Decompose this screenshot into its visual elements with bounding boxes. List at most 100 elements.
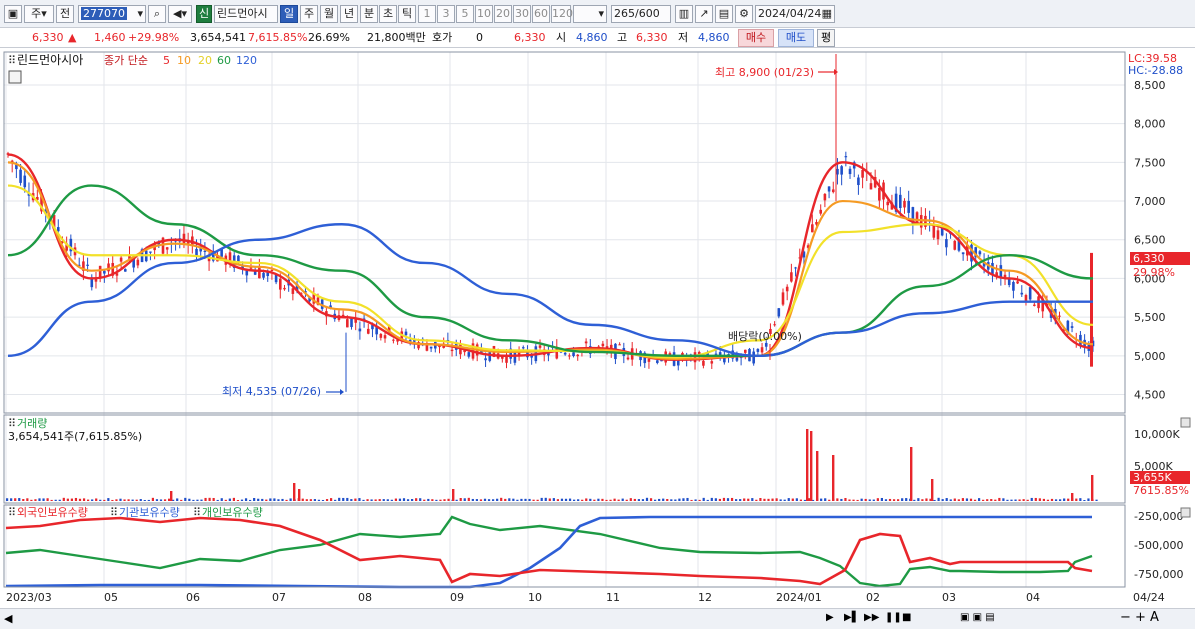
- stock-code-input[interactable]: 277070 ▾: [78, 5, 146, 23]
- volume-spike: [832, 455, 835, 501]
- open-label: 시: [556, 31, 567, 44]
- holdings-menu-icon[interactable]: ⠿: [8, 506, 16, 519]
- volume-bar: [273, 498, 276, 501]
- volume-bar: [747, 498, 750, 501]
- volume-bar: [26, 498, 29, 501]
- candle-body: [844, 156, 848, 158]
- candle-body: [953, 240, 957, 250]
- volume-bar: [127, 499, 130, 501]
- zoom-controls-icon[interactable]: − + A: [1120, 610, 1159, 625]
- interval-1[interactable]: 1: [418, 5, 436, 23]
- hoga-price: 6,330: [514, 31, 546, 44]
- interval-120[interactable]: 120: [551, 5, 573, 23]
- volume-bar: [411, 499, 414, 501]
- search-icon[interactable]: ⌕: [148, 5, 166, 23]
- volume-bar: [50, 499, 53, 501]
- scroll-end-icon[interactable]: ▶▌: [844, 612, 859, 623]
- volume-bar: [386, 499, 389, 501]
- zoom-out-icon[interactable]: ▣ ▣ ▤: [960, 612, 995, 623]
- candle-body: [23, 175, 27, 188]
- stop-icon[interactable]: ■: [902, 612, 911, 623]
- price-panel-menu-icon[interactable]: ⠿: [8, 54, 16, 67]
- interval-60[interactable]: 60: [532, 5, 550, 23]
- volume-bar: [370, 499, 373, 501]
- candle-icon[interactable]: ▥: [675, 5, 693, 23]
- volume-bar: [848, 499, 851, 501]
- period-select[interactable]: 주▾: [24, 5, 54, 23]
- horizontal-scroll-bar[interactable]: ◀ ▶ ▶▌ ▶▶ ❚❚ ■ ▣ ▣ ▤ − + A: [0, 608, 1195, 629]
- candle-body: [429, 346, 433, 349]
- volume-bar: [82, 498, 86, 501]
- period-second[interactable]: 초: [379, 5, 397, 23]
- volume-panel-close-icon[interactable]: [1180, 417, 1191, 428]
- bar-count-input[interactable]: 265/600: [611, 5, 671, 23]
- interval-5[interactable]: 5: [456, 5, 474, 23]
- stock-chart[interactable]: ⠿ 린드먼아시아 종가 단순 5 10 20 60 120 LC:39.58 H…: [0, 48, 1195, 608]
- volume-spike: [806, 429, 809, 501]
- volume-bar: [504, 498, 507, 501]
- period-tick[interactable]: 틱: [398, 5, 416, 23]
- volume-bar: [844, 497, 847, 501]
- interval-30[interactable]: 30: [513, 5, 531, 23]
- buy-button[interactable]: 매수: [738, 29, 774, 47]
- volume-bar: [512, 498, 515, 501]
- interval-20[interactable]: 20: [494, 5, 512, 23]
- volume-bar: [14, 498, 17, 501]
- volume-spike: [810, 431, 813, 501]
- volume-bar: [880, 497, 883, 501]
- volume-bar: [58, 499, 61, 501]
- interval-10[interactable]: 10: [475, 5, 493, 23]
- volume-bar: [479, 499, 483, 501]
- compare-icon[interactable]: ▤: [715, 5, 733, 23]
- volume-bar: [1083, 499, 1086, 501]
- volume-bar: [269, 498, 272, 501]
- volume-bar: [986, 499, 989, 501]
- volume-menu-icon[interactable]: ⠿: [8, 417, 16, 430]
- gear-icon[interactable]: ⚙: [735, 5, 753, 23]
- calculator-icon[interactable]: [8, 70, 22, 84]
- volume-bar: [455, 499, 458, 501]
- candle-body: [123, 269, 127, 272]
- volume-bar: [423, 499, 426, 501]
- period-minute[interactable]: 분: [360, 5, 378, 23]
- x-axis-label: 2023/03: [6, 591, 52, 604]
- volume-panel-title: 거래량: [17, 417, 47, 430]
- scroll-left-icon[interactable]: ◀: [4, 612, 12, 625]
- volume-bar: [87, 499, 90, 501]
- volume-bar: [123, 499, 126, 501]
- volume-bar: [694, 499, 697, 501]
- volume-bar: [605, 499, 608, 501]
- volume-bar: [637, 499, 640, 501]
- period-day[interactable]: 일: [280, 5, 298, 23]
- period-week[interactable]: 주: [300, 5, 318, 23]
- holdings-panel-close-icon[interactable]: [1180, 507, 1191, 518]
- prev-button[interactable]: 전: [56, 5, 74, 23]
- volume-bar: [957, 499, 960, 501]
- period-year[interactable]: 년: [340, 5, 358, 23]
- period-month[interactable]: 월: [320, 5, 338, 23]
- candle-body: [182, 233, 186, 244]
- speaker-icon[interactable]: ◀▾: [168, 5, 192, 23]
- volume-bar: [552, 498, 555, 501]
- volume-bar: [743, 498, 746, 501]
- interval-dropdown[interactable]: ▾: [573, 5, 607, 23]
- chart-background: [0, 48, 1195, 608]
- sell-button[interactable]: 매도: [778, 29, 814, 47]
- date-input[interactable]: 2024/04/24 ▦: [755, 5, 835, 23]
- draw-icon[interactable]: ↗: [695, 5, 713, 23]
- volume-spike: [298, 489, 301, 501]
- volume-bar: [905, 498, 908, 501]
- interval-3[interactable]: 3: [437, 5, 455, 23]
- average-button[interactable]: 평: [817, 29, 835, 47]
- low-label: 저: [678, 31, 689, 44]
- scroll-right-icon[interactable]: ▶: [826, 612, 834, 623]
- window-icon[interactable]: ▣: [4, 5, 22, 23]
- volume-bar: [378, 499, 381, 501]
- candle-body: [450, 349, 454, 352]
- volume-bar: [544, 497, 547, 501]
- pause-icon[interactable]: ❚❚: [885, 612, 902, 623]
- play-icon[interactable]: ▶▶: [864, 612, 879, 623]
- volume-bar: [143, 499, 146, 501]
- candle-body: [203, 250, 207, 252]
- volume-bar: [1010, 499, 1013, 501]
